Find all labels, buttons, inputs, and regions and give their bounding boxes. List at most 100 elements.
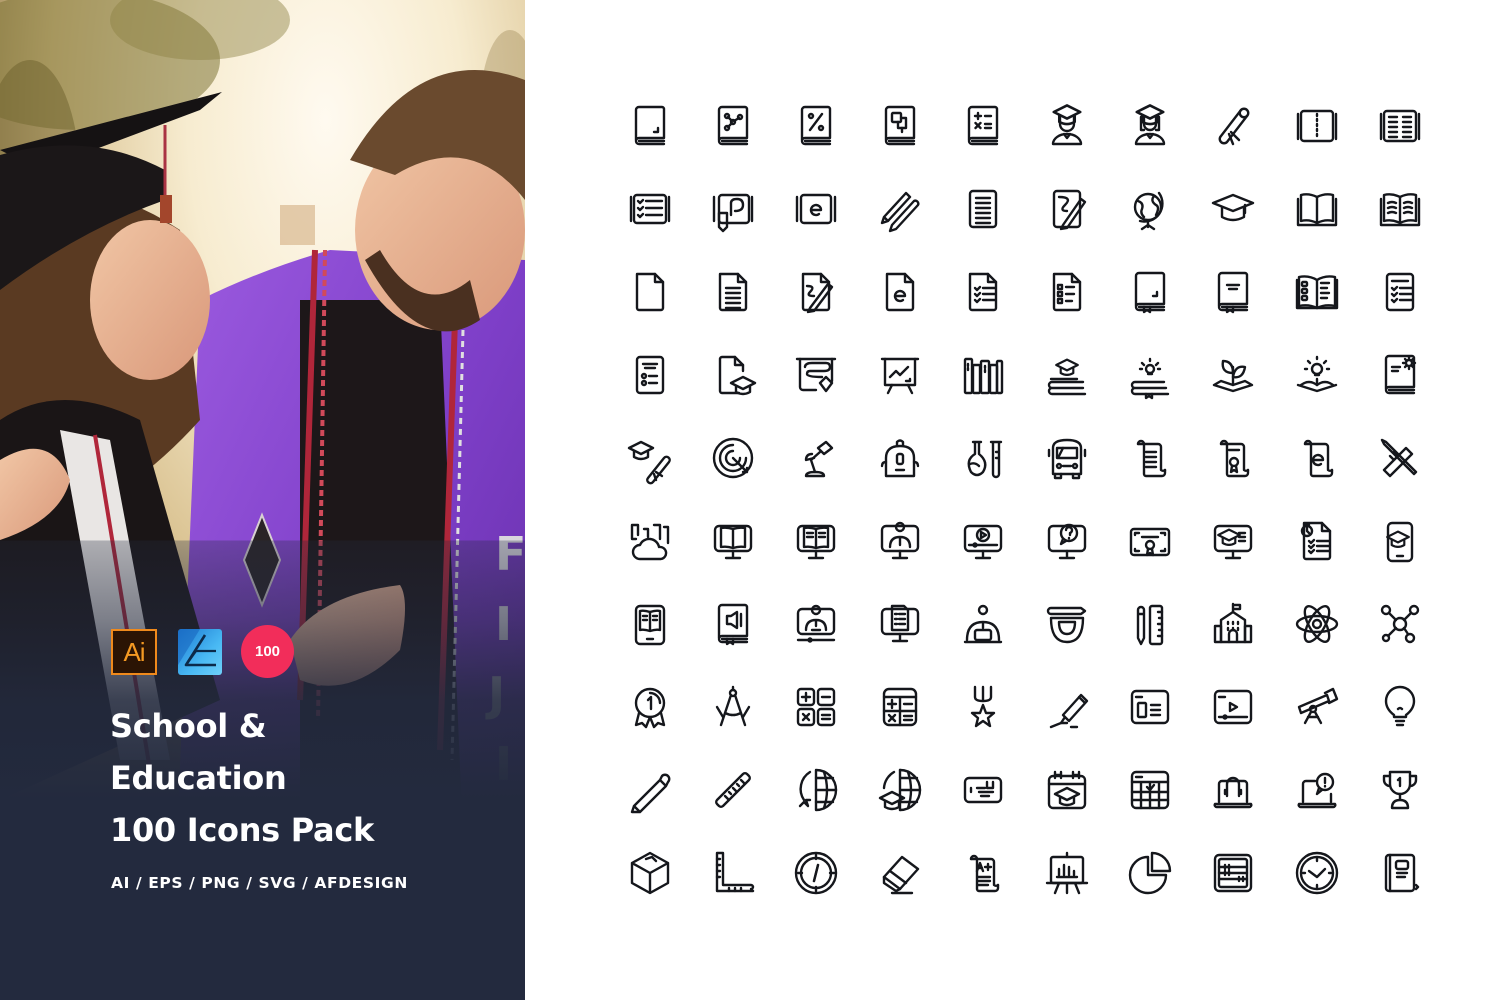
telescope-icon [1297, 688, 1339, 725]
icon-tile [858, 499, 941, 582]
icon-tile [942, 583, 1025, 666]
drawing-notebook-icon [712, 193, 754, 232]
icon-tile [942, 167, 1025, 250]
notebook-closed-icon [1385, 854, 1420, 893]
exam-sheet-icon [635, 355, 664, 395]
pencil-and-ruler-icon [1136, 604, 1164, 646]
notebook-icon [1296, 109, 1338, 142]
icon-tile [1192, 832, 1275, 915]
icon-tile [608, 749, 691, 832]
mobile-learning-icon [1386, 521, 1414, 563]
molecule-icon [1381, 604, 1420, 644]
pencil-icon [630, 773, 671, 814]
icon-tile [608, 84, 691, 167]
presentation-board-icon [880, 357, 920, 395]
graduation-cap-icon [1212, 193, 1255, 221]
icon-tile [1108, 832, 1191, 915]
book-title-icon [1218, 271, 1249, 313]
math-book-icon [801, 105, 832, 145]
book-settings-icon [1385, 354, 1417, 395]
online-question-icon [1047, 523, 1086, 560]
global-education-icon [878, 769, 922, 812]
test-sheet-icon [1386, 272, 1415, 311]
student-laptop-icon [964, 604, 1003, 644]
highlighter-icon [1049, 694, 1088, 729]
books-idea-icon [1130, 357, 1170, 400]
icon-tile [1275, 583, 1358, 666]
calculator-icon [882, 688, 918, 727]
calendar-check-icon [1130, 771, 1170, 810]
online-document-icon [880, 604, 920, 643]
set-square-icon [715, 852, 755, 893]
video-lesson-icon [964, 524, 1003, 560]
whiteboard-pen-icon [796, 357, 837, 393]
graduation-diploma-icon [627, 440, 671, 485]
icon-tile [1192, 84, 1275, 167]
protractor-pencil-icon [1046, 606, 1086, 644]
e-scroll-icon [1303, 439, 1334, 478]
pencil-and-pen-icon [880, 191, 920, 232]
open-book-icon [1296, 192, 1338, 226]
icon-tile [608, 499, 691, 582]
globe-icon [1133, 191, 1164, 230]
icon-tile [1359, 250, 1442, 333]
pie-chart-icon [1128, 852, 1172, 895]
icon-tile [942, 832, 1025, 915]
icon-tile [1025, 666, 1108, 749]
growing-knowledge-icon [1213, 359, 1254, 393]
world-knowledge-icon [799, 769, 838, 812]
trophy-icon [1383, 771, 1418, 810]
pack-title-line: School & [110, 707, 267, 745]
online-support-icon [1213, 777, 1253, 809]
icon-tile [775, 832, 858, 915]
graduation-file-icon [718, 355, 757, 396]
target-icon [712, 437, 754, 479]
icon-tile [691, 167, 774, 250]
laptop-alert-icon [1297, 773, 1337, 809]
compass-tool-icon [715, 686, 751, 727]
icon-tile [1192, 333, 1275, 416]
icon-tile [775, 666, 858, 749]
icon-tile [1108, 499, 1191, 582]
icon-tile [1025, 167, 1108, 250]
icon-tile [1192, 666, 1275, 749]
icon-tile [608, 832, 691, 915]
open-textbook-icon [1380, 109, 1421, 142]
icon-count-badge: 100 [241, 625, 294, 678]
icon-tile [1359, 84, 1442, 167]
icon-tile [1359, 832, 1442, 915]
light-bulb-icon [1385, 686, 1416, 727]
certificate-scroll-icon [1220, 439, 1250, 478]
icon-tile [775, 499, 858, 582]
icon-tile [1025, 84, 1108, 167]
icon-grid [608, 84, 1442, 918]
icon-tile [691, 832, 774, 915]
icon-tile [942, 84, 1025, 167]
audio-book-icon [717, 603, 749, 646]
icon-tile [858, 666, 941, 749]
abacus-icon [1214, 854, 1253, 893]
graduate-male-icon [1051, 103, 1082, 145]
icon-tile [1025, 832, 1108, 915]
checklist-file-icon [969, 272, 998, 311]
icon-tile [1108, 583, 1191, 666]
icon-tile [1192, 499, 1275, 582]
geometry-book-icon [884, 105, 916, 145]
scroll-icon [1136, 439, 1167, 478]
icon-tile [775, 84, 858, 167]
icon-tile [1359, 666, 1442, 749]
online-teacher-icon [880, 521, 920, 560]
online-book-icon [713, 524, 753, 560]
icon-tile [775, 583, 858, 666]
clock-icon [1295, 852, 1339, 895]
icon-tile [1275, 749, 1358, 832]
icon-tile [1192, 250, 1275, 333]
browser-video-icon [1214, 690, 1253, 725]
icon-tile [1108, 167, 1191, 250]
icon-tile [608, 250, 691, 333]
format-badges: Ai 100 [111, 625, 294, 678]
cube-icon [630, 852, 669, 895]
icon-tile [1192, 749, 1275, 832]
book-icon [634, 105, 665, 145]
open-book-quiz-icon [1295, 274, 1339, 309]
